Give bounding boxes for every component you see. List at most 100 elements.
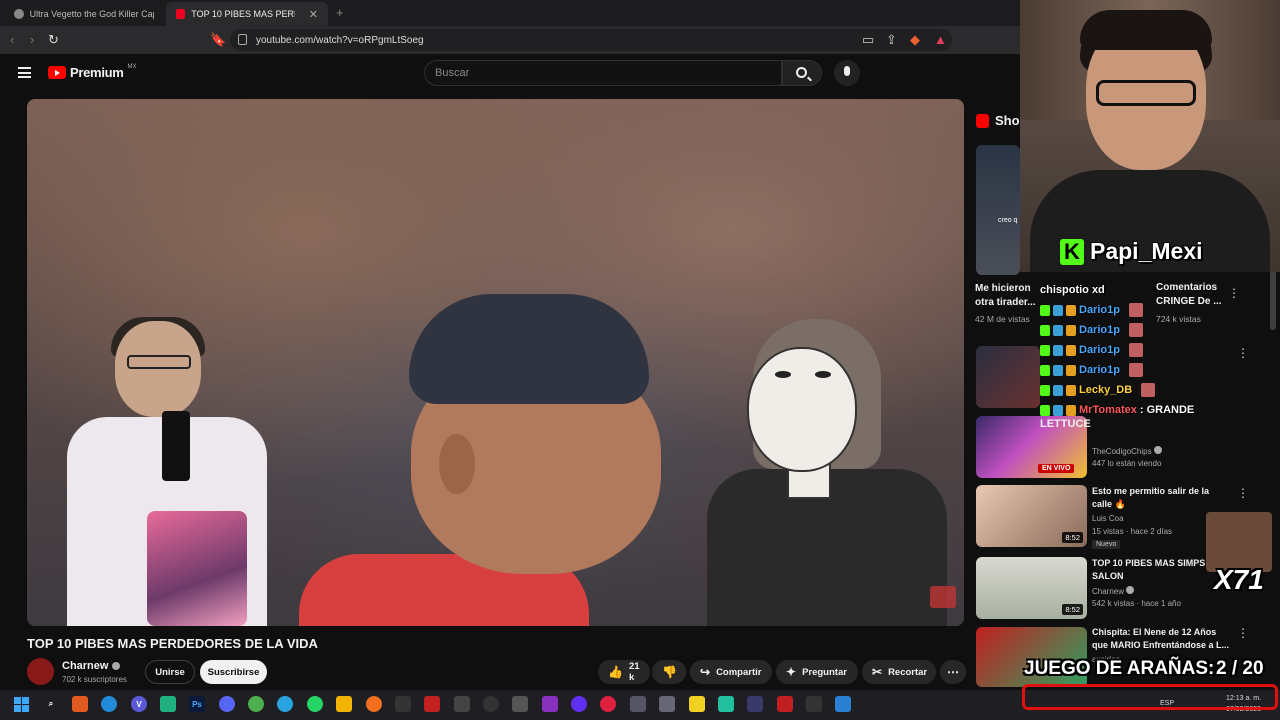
app-icon[interactable] <box>630 696 646 712</box>
more-icon[interactable]: ⋮ <box>1237 486 1249 500</box>
emote-icon <box>1141 383 1156 397</box>
obs-icon[interactable] <box>483 696 499 712</box>
app-icon[interactable] <box>835 696 851 712</box>
app-icon[interactable] <box>571 696 587 712</box>
app-icon[interactable] <box>777 696 793 712</box>
folder-icon[interactable] <box>336 696 352 712</box>
app-icon[interactable] <box>454 696 470 712</box>
related-meta: 447 lo están viendo <box>1092 459 1162 468</box>
clip-button[interactable]: ✂ Recortar <box>862 660 936 684</box>
kick-badge-icon <box>1040 404 1050 416</box>
related-thumbnail[interactable]: 8:52 <box>976 557 1087 619</box>
app-icon[interactable] <box>366 696 382 712</box>
related-thumbnail[interactable]: 8:52 <box>976 485 1087 547</box>
brave-shield-icon[interactable]: ◆ <box>910 32 920 48</box>
more-icon: ⋯ <box>947 665 959 679</box>
app-icon[interactable] <box>806 696 822 712</box>
new-tab-button[interactable]: + <box>336 5 344 20</box>
app-icon[interactable] <box>600 696 616 712</box>
meme-face-image <box>1206 512 1272 572</box>
voice-search-icon[interactable] <box>834 60 860 86</box>
join-button[interactable]: Unirse <box>145 660 195 684</box>
related-title[interactable]: Esto me permitio salir de la calle 🔥 <box>1092 485 1220 511</box>
menu-icon[interactable] <box>18 67 31 78</box>
close-tab-icon[interactable]: ✕ <box>309 8 318 21</box>
whatsapp-icon[interactable] <box>307 696 323 712</box>
app-icon[interactable] <box>424 696 440 712</box>
streamer-name-overlay: K Papi_Mexi <box>1060 238 1203 265</box>
chat-message: MrTomatex : GRANDE <box>1040 400 1260 420</box>
related-channel: Charnew <box>1092 586 1135 596</box>
duration-badge: 8:52 <box>1062 604 1083 615</box>
search-button[interactable] <box>782 60 822 86</box>
share-button[interactable]: ↪ Compartir <box>690 660 772 684</box>
forward-icon[interactable]: › <box>30 32 34 47</box>
scissors-icon: ✂ <box>872 665 883 679</box>
app-icon[interactable] <box>160 696 176 712</box>
chat-message: chispotio xd <box>1040 280 1260 300</box>
chat-text: : GRANDE <box>1139 404 1195 416</box>
counter-value: 2 / 20 <box>1216 658 1264 679</box>
dislike-button[interactable]: 👎 <box>652 660 686 684</box>
related-title[interactable]: TOP 10 PIBES MAS SIMPS SALON <box>1092 557 1220 583</box>
streamer-name: Papi_Mexi <box>1090 238 1203 264</box>
windows-start-icon[interactable] <box>14 697 29 712</box>
share-icon[interactable]: ⇪ <box>886 32 897 48</box>
gift-badge-icon <box>1066 304 1076 316</box>
related-thumbnail[interactable] <box>976 346 1040 408</box>
app-icon[interactable] <box>718 696 734 712</box>
chat-message: Dario1p <box>1040 340 1260 360</box>
tab-youtube[interactable]: TOP 10 PIBES MAS PERDEDORE ✕ <box>166 2 328 26</box>
search-icon[interactable]: ⌕ <box>43 696 59 712</box>
more-actions-button[interactable]: ⋯ <box>940 660 966 684</box>
ask-label: Preguntar <box>802 666 847 678</box>
channel-name-text: Charnew <box>62 660 109 672</box>
app-icon[interactable] <box>512 696 528 712</box>
share-arrow-icon: ↪ <box>700 665 711 679</box>
sub-badge-icon <box>1053 344 1063 356</box>
channel-name[interactable]: Charnew <box>62 660 121 672</box>
tab-vegetto[interactable]: Ultra Vegetto the God Killer Cap 92.p <box>4 2 164 26</box>
discord-icon[interactable] <box>219 696 235 712</box>
short-title-line2: otra tirader... <box>975 297 1036 308</box>
more-icon[interactable]: ⋮ <box>1237 626 1249 640</box>
video-player[interactable] <box>27 99 964 626</box>
vivaldi-icon[interactable]: V <box>131 696 147 712</box>
related-channel-name: Luis Coa <box>1092 514 1124 523</box>
chat-username: Dario1p <box>1079 324 1120 336</box>
url-field[interactable]: youtube.com/watch?v=oRPgmLtSoeg <box>230 29 952 51</box>
short-views: 42 M de vistas <box>975 314 1030 324</box>
duration-badge: 8:52 <box>1062 532 1083 543</box>
ask-button[interactable]: ✦ Preguntar <box>776 660 858 684</box>
telegram-icon[interactable] <box>277 696 293 712</box>
lock-icon <box>238 34 247 45</box>
app-icon[interactable] <box>659 696 675 712</box>
related-title[interactable]: Chispita: El Nene de 12 Años que MARIO E… <box>1092 626 1232 652</box>
short-title[interactable]: Me hicieron otra tirader... <box>975 282 1036 310</box>
channel-avatar[interactable] <box>27 658 54 685</box>
screen-icon[interactable]: ▭ <box>862 32 874 48</box>
app-icon[interactable] <box>747 696 763 712</box>
chat-username: Lecky_DB <box>1079 384 1133 396</box>
app-icon[interactable] <box>395 696 411 712</box>
youtube-logo[interactable]: Premium MX <box>48 64 137 80</box>
sticky-notes-icon[interactable] <box>689 696 705 712</box>
app-icon[interactable] <box>248 696 264 712</box>
search-input[interactable]: Buscar <box>424 60 782 86</box>
back-icon[interactable]: ‹ <box>10 32 14 47</box>
emote-icon <box>1128 323 1143 337</box>
subscribe-button[interactable]: Suscribirse <box>200 660 267 684</box>
search-placeholder: Buscar <box>435 67 470 79</box>
related-meta: 542 k vistas · hace 1 año <box>1092 599 1181 608</box>
rewards-icon[interactable]: ▲ <box>934 32 947 47</box>
edge-icon[interactable] <box>101 696 117 712</box>
short-thumbnail[interactable]: creo q <box>976 145 1020 275</box>
bookmark-icon[interactable]: 🔖 <box>210 32 226 48</box>
chat-username: Dario1p <box>1079 344 1120 356</box>
reload-icon[interactable]: ↻ <box>48 32 59 48</box>
brave-icon[interactable] <box>72 696 88 712</box>
app-icon[interactable] <box>542 696 558 712</box>
shorts-icon <box>976 113 989 128</box>
photoshop-icon[interactable]: Ps <box>189 696 205 712</box>
like-button[interactable]: 👍 21 k <box>598 660 650 684</box>
